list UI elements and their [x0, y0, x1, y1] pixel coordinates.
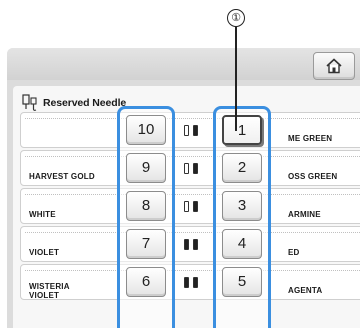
top-bar: [7, 48, 360, 80]
panel-title: Reserved Needle: [43, 97, 127, 109]
needle-button-1[interactable]: 1: [222, 115, 262, 145]
row-divider: [25, 232, 360, 233]
spool-icon: [193, 277, 198, 288]
spool-icon: [184, 201, 189, 212]
needle-button-5[interactable]: 5: [222, 267, 262, 297]
needle-button-4[interactable]: 4: [222, 229, 262, 259]
spool-icon: [184, 125, 189, 136]
left-color-name: WISTERIA VIOLET: [29, 282, 70, 300]
callout-line: [235, 27, 237, 131]
spool-icon: [193, 201, 198, 212]
spool-icon: [193, 163, 198, 174]
embroidery-screen: Reserved Needle ME GREEN HARVEST GOLD OSS …: [7, 48, 360, 328]
spool-icon: [184, 239, 189, 250]
left-color-name: HARVEST GOLD: [29, 172, 95, 181]
right-color-name: ARMINE: [288, 210, 321, 219]
thread-row: ME GREEN: [20, 112, 360, 148]
spool-icon: [184, 163, 189, 174]
row-divider: [25, 270, 360, 271]
row-divider: [25, 156, 360, 157]
thread-row: VIOLET ED: [20, 226, 360, 262]
needle-button-3[interactable]: 3: [222, 191, 262, 221]
home-icon: [326, 58, 342, 74]
row-divider: [25, 194, 360, 195]
thread-row: WHITE ARMINE: [20, 188, 360, 224]
needle-button-10[interactable]: 10: [126, 115, 166, 145]
reserved-needle-panel: Reserved Needle ME GREEN HARVEST GOLD OSS …: [13, 86, 360, 328]
spool-icon: [184, 277, 189, 288]
thread-row: WISTERIA VIOLET AGENTA: [20, 264, 360, 300]
right-color-name: ED: [288, 248, 300, 257]
home-button[interactable]: [313, 52, 355, 80]
right-color-name: ME GREEN: [288, 134, 333, 143]
needle-button-6[interactable]: 6: [126, 267, 166, 297]
needle-button-9[interactable]: 9: [126, 153, 166, 183]
spool-icon: [193, 125, 198, 136]
left-color-name: VIOLET: [29, 248, 60, 257]
thread-row: HARVEST GOLD OSS GREEN: [20, 150, 360, 186]
needle-button-8[interactable]: 8: [126, 191, 166, 221]
spool-icon: [193, 239, 198, 250]
needle-icon: [22, 94, 37, 111]
needle-button-2[interactable]: 2: [222, 153, 262, 183]
needle-button-7[interactable]: 7: [126, 229, 166, 259]
left-color-name: WHITE: [29, 210, 56, 219]
callout-number: ①: [227, 9, 245, 27]
right-color-name: OSS GREEN: [288, 172, 338, 181]
row-divider: [25, 118, 360, 119]
right-color-name: AGENTA: [288, 286, 323, 295]
